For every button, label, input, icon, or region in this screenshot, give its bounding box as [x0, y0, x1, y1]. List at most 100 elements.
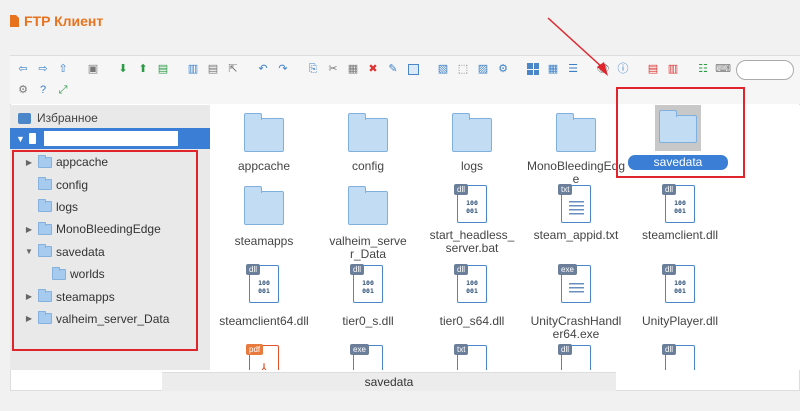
folder-icon	[452, 113, 492, 152]
selection-highlight	[655, 105, 701, 151]
sidebar-item-logs[interactable]: logs	[10, 196, 210, 218]
file-item-savedata[interactable]: savedata	[626, 105, 730, 170]
file-item-unityplayer[interactable]: dll 100 001 UnityPlayer.dll	[628, 264, 732, 328]
file-type-badge: dll	[662, 264, 677, 275]
sidebar-item-appcache[interactable]: ▶ appcache	[10, 151, 210, 173]
file-type-badge: dll	[350, 264, 365, 275]
new-window-icon[interactable]	[406, 62, 420, 76]
chevron-right-icon[interactable]: ▶	[24, 158, 34, 167]
file-item-pdf[interactable]: pdf ⅄	[212, 344, 316, 370]
upload-icon[interactable]: ⬆	[136, 62, 150, 76]
file-item-unitycrashhandler64[interactable]: exe UnityCrashHandler64.exe	[524, 264, 628, 341]
sidebar-item-valheim-server-data[interactable]: ▶ valheim_server_Data	[10, 308, 210, 330]
help-icon[interactable]: ?	[36, 83, 50, 97]
host-icon	[28, 133, 36, 144]
file-item-appcache[interactable]: appcache	[212, 112, 316, 173]
sidebar-item-label: MonoBleedingEdge	[56, 222, 161, 237]
folder-icon	[38, 311, 52, 325]
view-list-icon[interactable]: ☰	[566, 62, 580, 76]
file-label: MonoBleedingEdge	[526, 159, 626, 186]
fullscreen-icon[interactable]: ⤢	[56, 83, 70, 97]
file-item-steam-appid[interactable]: txt steam_appid.txt	[524, 184, 628, 242]
file-item-exe[interactable]: exe	[316, 344, 420, 370]
favorites-icon	[18, 112, 31, 124]
view-large-icons-icon[interactable]	[526, 62, 540, 76]
file-type-badge: pdf	[246, 344, 264, 355]
keyboard-icon[interactable]: ⌨	[715, 62, 731, 76]
file-type-badge: dll	[662, 344, 677, 355]
connect-icon[interactable]: ▣	[86, 62, 100, 76]
sidebar-item-worlds[interactable]: worlds	[10, 263, 210, 285]
file-item-tier0-s64[interactable]: dll 100 001 tier0_s64.dll	[420, 264, 524, 328]
select-icon[interactable]: ⇱	[226, 62, 240, 76]
favorites-item[interactable]: Избранное	[18, 111, 98, 125]
tools-icon[interactable]: ⚙	[496, 62, 510, 76]
file-label: config	[351, 159, 385, 173]
view-small-icons-icon[interactable]: ▦	[546, 62, 560, 76]
download-icon[interactable]: ⬇	[116, 62, 130, 76]
chevron-right-icon[interactable]: ▶	[24, 314, 34, 323]
search-input[interactable]	[736, 60, 794, 80]
sidebar-item-config[interactable]: config	[10, 173, 210, 195]
file-item-config[interactable]: config	[316, 112, 420, 173]
folder-icon	[348, 186, 388, 225]
file-label: tier0_s64.dll	[439, 314, 505, 328]
root-host-row[interactable]: ▼	[10, 128, 210, 149]
up-icon[interactable]: ⇧	[56, 62, 70, 76]
chevron-right-icon[interactable]: ▶	[24, 292, 34, 301]
back-icon[interactable]: ⇦	[16, 62, 30, 76]
file-item-start-headless-server[interactable]: dll 100 001 start_headless_server.bat	[420, 184, 524, 255]
file-item-steamclient64[interactable]: dll 100 001 steamclient64.dll	[212, 264, 316, 328]
file-label: UnityPlayer.dll	[641, 314, 719, 328]
file-type-badge: dll	[558, 344, 573, 355]
undo-icon[interactable]: ↶	[256, 62, 270, 76]
export-icon[interactable]: ▤	[646, 62, 660, 76]
paste-icon[interactable]: ▦	[346, 62, 360, 76]
redo-icon[interactable]: ↷	[276, 62, 290, 76]
file-item-monobleedingedge[interactable]: MonoBleedingEdge	[524, 112, 628, 186]
delete-icon[interactable]: ✖	[366, 62, 380, 76]
preview-icon[interactable]: 👁	[596, 62, 610, 76]
file-item-steamapps[interactable]: steamapps	[212, 186, 316, 248]
sidebar-item-steamapps[interactable]: ▶ steamapps	[10, 285, 210, 307]
info-icon[interactable]: ⓘ	[616, 62, 630, 76]
file-label: tier0_s.dll	[342, 314, 394, 328]
expand-icon[interactable]: ▼	[16, 134, 25, 144]
chevron-right-icon[interactable]: ▶	[24, 225, 34, 234]
folder-icon	[38, 289, 52, 303]
archive-icon[interactable]: ▧	[436, 62, 450, 76]
save-icon[interactable]: ▤	[156, 62, 170, 76]
file-label: steam_appid.txt	[533, 228, 619, 242]
file-item-steamclient[interactable]: dll 100 001 steamclient.dll	[628, 184, 732, 242]
text-lines-glyph	[569, 201, 584, 217]
cut-icon[interactable]: ✂	[326, 62, 340, 76]
properties-icon[interactable]: ▨	[476, 62, 490, 76]
folder-icon	[38, 244, 52, 258]
import-icon[interactable]: ▥	[666, 62, 680, 76]
copy-icon[interactable]: ⎘	[306, 62, 320, 76]
file-item-valheim-server-data[interactable]: valheim_server_Data	[316, 186, 420, 261]
file-item-dll[interactable]: dll	[524, 344, 628, 370]
settings-icon[interactable]: ⚙	[16, 83, 30, 97]
open-icon[interactable]: ▥	[186, 62, 200, 76]
chevron-down-icon[interactable]: ▼	[24, 247, 34, 256]
rename-icon[interactable]: ✎	[386, 62, 400, 76]
binary-glyph: 100 001	[674, 199, 686, 215]
file-item-tier0-s[interactable]: dll 100 001 tier0_s.dll	[316, 264, 420, 328]
txt-file-icon: txt	[454, 344, 487, 370]
file-item-logs[interactable]: logs	[420, 112, 524, 173]
sidebar: Избранное ▼ ▶ appcache config logs ▶ Mon…	[10, 105, 210, 370]
file-type-badge: dll	[246, 264, 261, 275]
file-item-txt[interactable]: txt	[420, 344, 524, 370]
sidebar-item-savedata[interactable]: ▼ savedata	[10, 241, 210, 263]
select-all-icon[interactable]: ⬚	[456, 62, 470, 76]
forward-icon[interactable]: ⇨	[36, 62, 50, 76]
disk-icon[interactable]: ▤	[206, 62, 220, 76]
file-item-dll[interactable]: dll	[628, 344, 732, 370]
app-header: FTP Клиент	[0, 0, 800, 42]
sidebar-item-monobleedingedge[interactable]: ▶ MonoBleedingEdge	[10, 218, 210, 240]
dll-file-icon: dll 100 001	[454, 264, 487, 303]
binary-glyph: 100 001	[674, 279, 686, 295]
details-icon[interactable]: ☷	[696, 62, 710, 76]
file-label: steamclient.dll	[641, 228, 719, 242]
